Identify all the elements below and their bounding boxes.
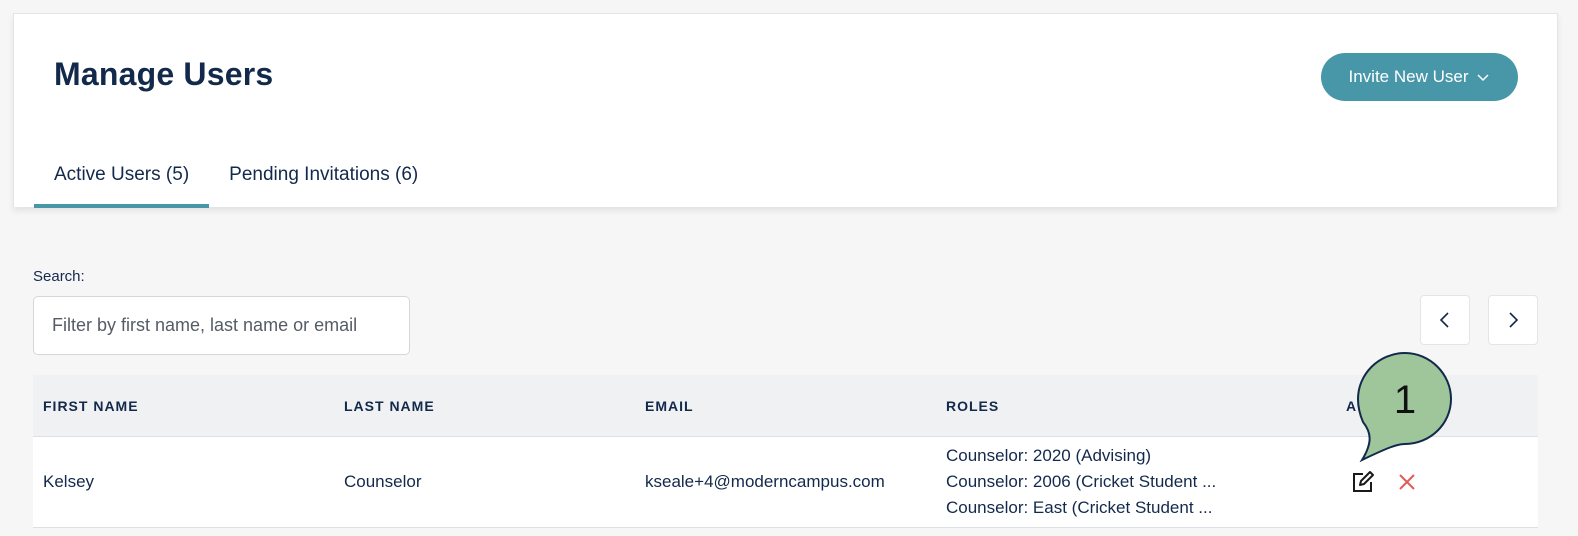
cell-first-name: Kelsey bbox=[43, 472, 95, 491]
chevron-right-icon bbox=[1509, 312, 1519, 328]
cell-last-name: Counselor bbox=[344, 472, 422, 491]
chevron-down-icon bbox=[1477, 74, 1490, 82]
column-header-first-name[interactable]: FIRST NAME bbox=[33, 398, 334, 414]
role-item: Counselor: 2020 (Advising) bbox=[946, 446, 1152, 465]
tab-count: (6) bbox=[395, 164, 419, 185]
role-item: Counselor: 2006 (Cricket Student ... bbox=[946, 472, 1217, 491]
users-table: FIRST NAME LAST NAME EMAIL ROLES A Kelse… bbox=[33, 375, 1538, 528]
tab-label: Active Users bbox=[54, 164, 161, 185]
close-icon[interactable] bbox=[1394, 469, 1420, 495]
page-title: Manage Users bbox=[54, 56, 274, 92]
table-row: Kelsey Counselor kseale+4@moderncampus.c… bbox=[33, 437, 1538, 528]
tabs: Active Users (5) Pending Invitations (6) bbox=[34, 149, 438, 208]
column-header-roles[interactable]: ROLES bbox=[936, 398, 1336, 414]
header-card: Manage Users Invite New User Active User… bbox=[13, 13, 1558, 208]
previous-page-button[interactable] bbox=[1420, 295, 1470, 345]
cell-roles: Counselor: 2020 (Advising) Counselor: 20… bbox=[936, 443, 1336, 521]
cell-actions bbox=[1336, 469, 1538, 495]
tab-pending-invitations[interactable]: Pending Invitations (6) bbox=[209, 149, 438, 208]
invite-new-user-button[interactable]: Invite New User bbox=[1321, 53, 1518, 101]
next-page-button[interactable] bbox=[1488, 295, 1538, 345]
tab-active-users[interactable]: Active Users (5) bbox=[34, 149, 210, 208]
role-item: Counselor: East (Cricket Student ... bbox=[946, 498, 1213, 517]
chevron-left-icon bbox=[1439, 312, 1449, 328]
callout-marker: 1 bbox=[1357, 352, 1453, 462]
invite-button-label: Invite New User bbox=[1348, 67, 1469, 86]
cell-email: kseale+4@moderncampus.com bbox=[645, 472, 885, 491]
search-input[interactable]: Filter by first name, last name or email bbox=[33, 296, 410, 355]
edit-icon[interactable] bbox=[1350, 469, 1376, 495]
table-header: FIRST NAME LAST NAME EMAIL ROLES A bbox=[33, 375, 1538, 437]
tab-count: (5) bbox=[165, 164, 190, 185]
search-label: Search: bbox=[33, 268, 85, 285]
callout-number: 1 bbox=[1394, 378, 1416, 422]
column-header-last-name[interactable]: LAST NAME bbox=[334, 398, 635, 414]
column-header-email[interactable]: EMAIL bbox=[635, 398, 936, 414]
search-placeholder: Filter by first name, last name or email bbox=[52, 315, 358, 335]
tab-label: Pending Invitations bbox=[229, 164, 390, 185]
